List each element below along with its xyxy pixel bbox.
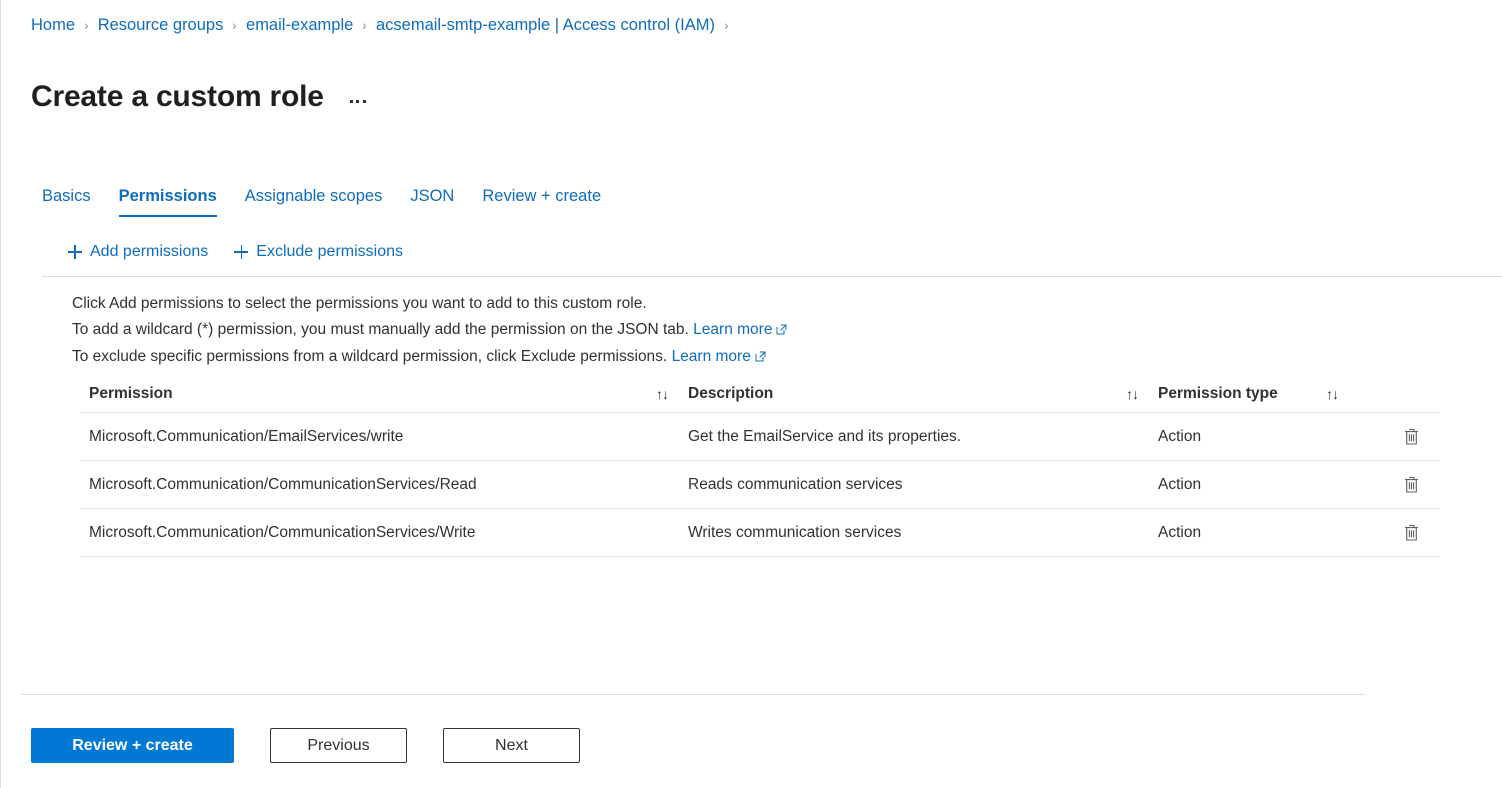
ellipsis-dot <box>349 99 353 103</box>
cell-permission-type: Action <box>1158 427 1202 445</box>
breadcrumb-item-home[interactable]: Home <box>31 15 75 35</box>
external-link-icon <box>755 345 766 371</box>
breadcrumb-item-email-example[interactable]: email-example <box>246 15 353 35</box>
learn-more-label: Learn more <box>671 348 751 365</box>
tab-review-create[interactable]: Review + create <box>468 185 615 217</box>
breadcrumb-separator: › <box>84 17 89 33</box>
cell-actions <box>1350 521 1440 545</box>
column-header-description: Description ↑↓ <box>680 385 1150 403</box>
instruction-line-2-text: To add a wildcard (*) permission, you mu… <box>72 321 689 338</box>
learn-more-link-json[interactable]: Learn more <box>693 321 787 338</box>
trash-icon[interactable] <box>1400 521 1423 545</box>
previous-button[interactable]: Previous <box>270 728 407 763</box>
cell-description: Reads communication services <box>688 475 903 493</box>
table-row[interactable]: Microsoft.Communication/EmailServices/wr… <box>80 413 1440 461</box>
cell-permission-type: Action <box>1158 523 1202 541</box>
page-title: Create a custom role <box>31 80 324 114</box>
instruction-line-1: Click Add permissions to select the perm… <box>72 295 647 312</box>
more-options-icon[interactable] <box>346 94 370 109</box>
instruction-line-2: To add a wildcard (*) permission, you mu… <box>72 317 787 344</box>
cell-permission: Microsoft.Communication/CommunicationSer… <box>89 475 477 493</box>
column-header-description-label: Description <box>688 385 774 402</box>
breadcrumb-separator: › <box>362 17 367 33</box>
sort-icon-description[interactable]: ↑↓ <box>1126 386 1150 402</box>
tab-permissions[interactable]: Permissions <box>105 185 231 217</box>
tab-assignable-scopes[interactable]: Assignable scopes <box>231 185 397 217</box>
cell-description: Writes communication services <box>688 523 902 541</box>
breadcrumb: Home › Resource groups › email-example ›… <box>31 15 738 35</box>
breadcrumb-item-access-control[interactable]: acsemail-smtp-example | Access control (… <box>376 15 715 35</box>
cell-permission: Microsoft.Communication/EmailServices/wr… <box>89 427 404 445</box>
column-header-permission-label: Permission <box>89 385 173 402</box>
column-header-permission: Permission ↑↓ <box>80 385 680 403</box>
cell-permission-type: Action <box>1158 475 1202 493</box>
cell-description: Get the EmailService and its properties. <box>688 427 962 445</box>
cell-actions <box>1350 425 1440 449</box>
tab-basics[interactable]: Basics <box>42 185 105 217</box>
column-header-permission-type-label: Permission type <box>1158 385 1278 402</box>
sort-icon-permission-type[interactable]: ↑↓ <box>1326 386 1350 402</box>
title-row: Create a custom role <box>31 57 370 137</box>
breadcrumb-separator: › <box>232 17 237 33</box>
external-link-icon <box>776 318 787 344</box>
tab-json[interactable]: JSON <box>396 185 468 217</box>
permissions-table: Permission ↑↓ Description ↑↓ Permission … <box>80 376 1440 557</box>
trash-icon[interactable] <box>1400 425 1423 449</box>
command-bar: Add permissions Exclude permissions <box>66 238 405 266</box>
cell-permission: Microsoft.Communication/CommunicationSer… <box>89 523 476 541</box>
instructions: Click Add permissions to select the perm… <box>72 291 787 371</box>
exclude-permissions-label: Exclude permissions <box>256 243 404 260</box>
breadcrumb-separator-trailing: › <box>724 17 729 33</box>
review-create-button[interactable]: Review + create <box>31 728 234 763</box>
wizard-tabs: Basics Permissions Assignable scopes JSO… <box>42 181 615 217</box>
exclude-permissions-button[interactable]: Exclude permissions <box>232 238 405 266</box>
create-custom-role-page: Home › Resource groups › email-example ›… <box>0 0 1502 788</box>
table-header-row: Permission ↑↓ Description ↑↓ Permission … <box>80 376 1440 413</box>
add-permissions-label: Add permissions <box>90 243 209 260</box>
table-row[interactable]: Microsoft.Communication/CommunicationSer… <box>80 461 1440 509</box>
cell-actions <box>1350 473 1440 497</box>
trash-icon[interactable] <box>1400 473 1423 497</box>
table-row[interactable]: Microsoft.Communication/CommunicationSer… <box>80 509 1440 557</box>
instruction-line-3: To exclude specific permissions from a w… <box>72 344 787 371</box>
footer-divider <box>20 694 1365 695</box>
toolbar-divider <box>42 276 1502 277</box>
plus-icon <box>68 245 82 259</box>
column-header-permission-type: Permission type ↑↓ <box>1150 385 1350 403</box>
ellipsis-dot <box>362 99 366 103</box>
learn-more-label: Learn more <box>693 321 773 338</box>
add-permissions-button[interactable]: Add permissions <box>66 238 210 266</box>
sort-icon-permission[interactable]: ↑↓ <box>656 386 680 402</box>
footer-actions: Review + create Previous Next <box>31 728 580 763</box>
ellipsis-dot <box>356 99 360 103</box>
instruction-line-3-text: To exclude specific permissions from a w… <box>72 348 668 365</box>
learn-more-link-exclude[interactable]: Learn more <box>672 348 766 365</box>
plus-icon <box>234 245 249 259</box>
breadcrumb-item-resource-groups[interactable]: Resource groups <box>98 15 224 35</box>
next-button[interactable]: Next <box>443 728 580 763</box>
